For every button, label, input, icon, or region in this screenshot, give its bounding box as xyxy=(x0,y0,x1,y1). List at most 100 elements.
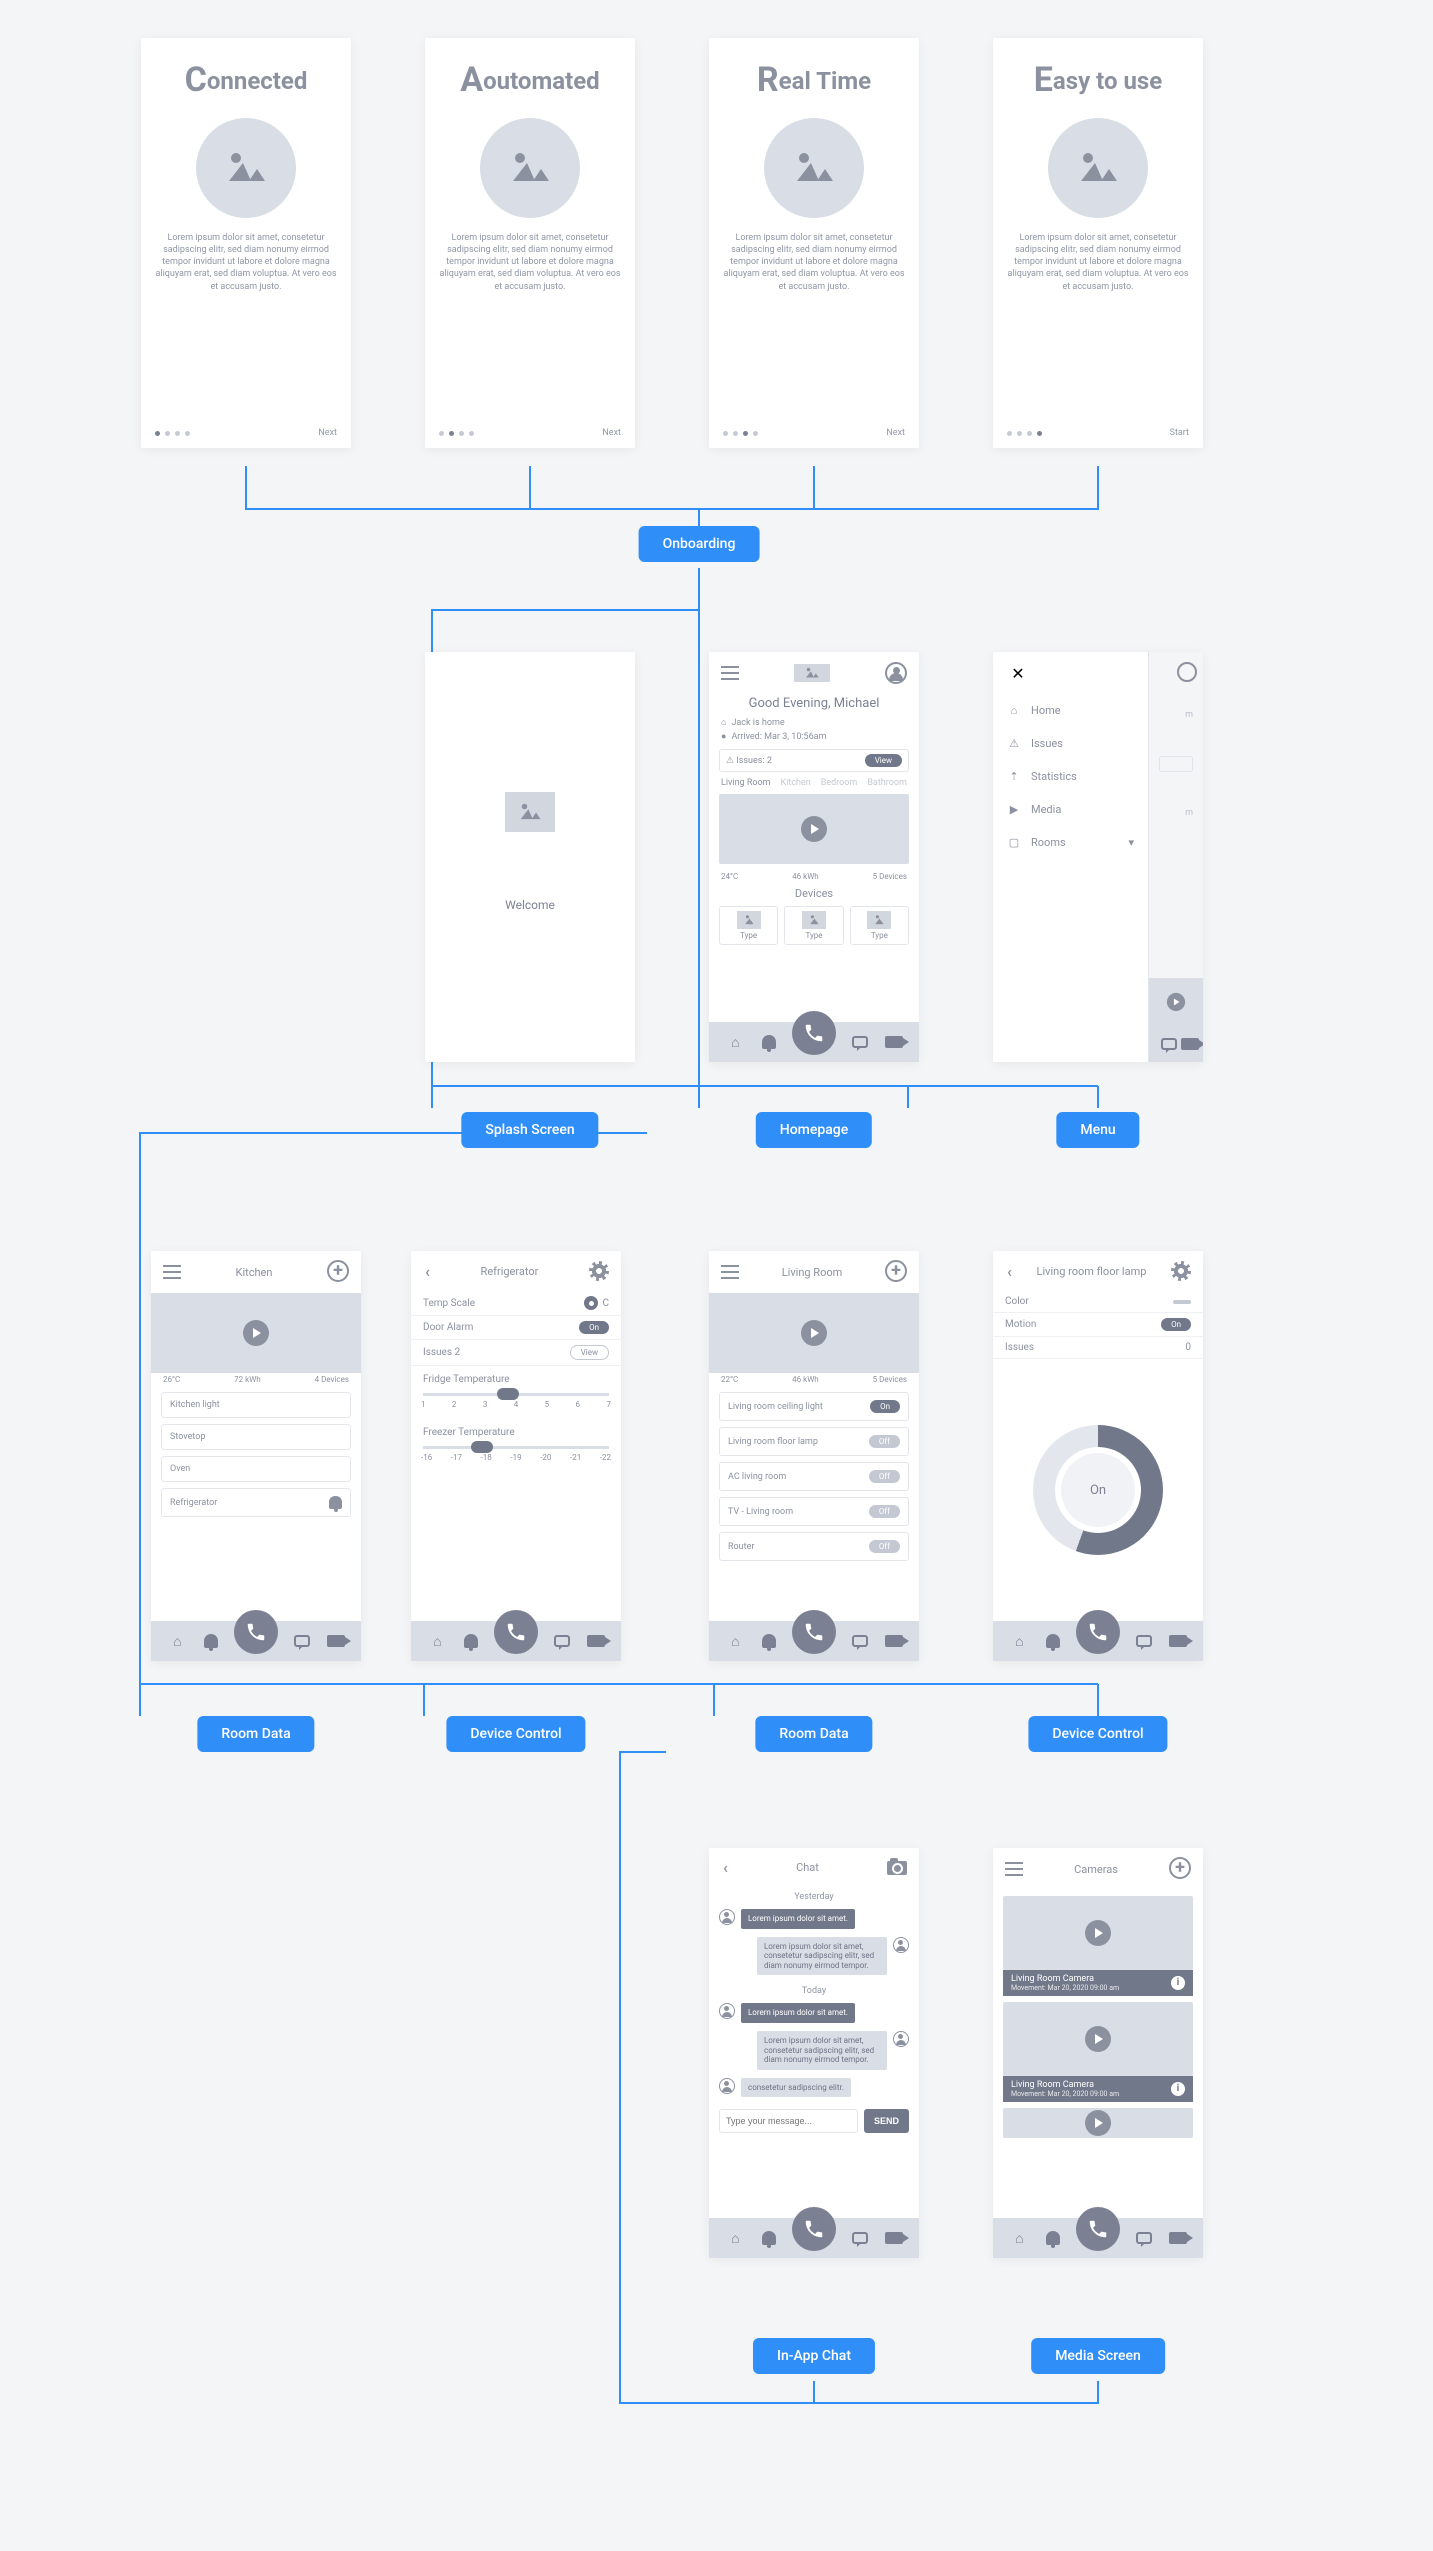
nav-call-fab[interactable] xyxy=(792,1011,836,1055)
nav-chat-icon[interactable] xyxy=(1136,1635,1152,1647)
device-item[interactable]: AC living roomOff xyxy=(719,1462,909,1491)
user-icon[interactable] xyxy=(885,662,907,684)
back-icon[interactable]: ‹ xyxy=(423,1262,430,1281)
device-item[interactable]: RouterOff xyxy=(719,1532,909,1561)
nav-chat-icon[interactable] xyxy=(852,1635,868,1647)
nav-call-fab[interactable] xyxy=(1076,1610,1120,1654)
fridge-temp-slider[interactable] xyxy=(423,1393,609,1396)
drawer-item-media[interactable]: ▶Media xyxy=(1007,803,1134,816)
page-dots[interactable] xyxy=(155,431,190,436)
tab-kitchen[interactable]: Kitchen xyxy=(781,778,811,788)
start-button[interactable]: Start xyxy=(1170,428,1189,438)
camera-clip[interactable]: Living Room CameraMovement: Mar 20, 2020… xyxy=(1003,1896,1193,1996)
device-item[interactable]: Stovetop xyxy=(161,1424,351,1450)
send-button[interactable]: SEND xyxy=(864,2109,909,2133)
nav-home-icon[interactable]: ⌂ xyxy=(725,1633,745,1650)
info-icon[interactable]: i xyxy=(1171,2082,1185,2096)
add-icon[interactable]: + xyxy=(1169,1857,1191,1879)
camera-icon[interactable] xyxy=(887,1861,907,1875)
gear-icon[interactable] xyxy=(589,1261,609,1281)
play-icon[interactable] xyxy=(1085,2110,1111,2136)
menu-icon[interactable] xyxy=(1005,1862,1023,1876)
play-icon[interactable] xyxy=(801,1320,827,1346)
nav-notifications-icon[interactable] xyxy=(464,1634,478,1648)
nav-chat-icon[interactable] xyxy=(852,1036,868,1048)
nav-video-icon[interactable] xyxy=(1169,2232,1187,2244)
next-button[interactable]: Next xyxy=(318,428,337,438)
nav-chat-icon[interactable] xyxy=(852,2232,868,2244)
settings-row[interactable]: Door AlarmOn xyxy=(411,1316,621,1340)
nav-home-icon[interactable]: ⌂ xyxy=(725,2230,745,2247)
gear-icon[interactable] xyxy=(1171,1261,1191,1281)
settings-row[interactable]: Temp Scale C xyxy=(411,1291,621,1316)
next-button[interactable]: Next xyxy=(886,428,905,438)
nav-home-icon[interactable]: ⌂ xyxy=(1009,1633,1029,1650)
nav-home-icon[interactable]: ⌂ xyxy=(167,1633,187,1650)
back-icon[interactable]: ‹ xyxy=(1005,1262,1012,1281)
issues-card[interactable]: ⚠ Issues: 2 View xyxy=(719,749,909,772)
camera-preview[interactable] xyxy=(719,794,909,864)
nav-call-fab[interactable] xyxy=(792,1610,836,1654)
nav-home-icon[interactable]: ⌂ xyxy=(725,1034,745,1051)
close-icon[interactable]: ✕ xyxy=(1007,662,1029,684)
menu-icon[interactable] xyxy=(721,666,739,680)
nav-video-icon[interactable] xyxy=(885,1635,903,1647)
add-icon[interactable]: + xyxy=(327,1260,349,1282)
next-button[interactable]: Next xyxy=(602,428,621,438)
temp-scale-toggle-dot[interactable] xyxy=(584,1296,598,1310)
nav-home-icon[interactable]: ⌂ xyxy=(1009,2230,1029,2247)
nav-video-icon[interactable] xyxy=(1169,1635,1187,1647)
view-button[interactable]: View xyxy=(865,754,902,767)
drawer-item-rooms[interactable]: ▢Rooms▾ xyxy=(1007,836,1134,849)
menu-icon[interactable] xyxy=(163,1265,181,1279)
nav-notifications-icon[interactable] xyxy=(204,1634,218,1648)
freezer-temp-slider[interactable] xyxy=(423,1446,609,1449)
camera-clip[interactable] xyxy=(1003,2108,1193,2138)
nav-chat-icon[interactable] xyxy=(294,1635,310,1647)
nav-call-fab[interactable] xyxy=(234,1610,278,1654)
device-card[interactable]: Type xyxy=(784,906,843,945)
page-dots[interactable] xyxy=(1007,431,1042,436)
settings-row[interactable]: Issues0 xyxy=(993,1337,1203,1359)
device-card[interactable]: Type xyxy=(719,906,778,945)
settings-row[interactable]: Issues 2View xyxy=(411,1340,621,1366)
nav-call-fab[interactable] xyxy=(792,2207,836,2251)
device-item[interactable]: Kitchen light xyxy=(161,1392,351,1418)
nav-home-icon[interactable]: ⌂ xyxy=(427,1633,447,1650)
settings-row[interactable]: MotionOn xyxy=(993,1313,1203,1337)
nav-notifications-icon[interactable] xyxy=(1046,1634,1060,1648)
drawer-item-statistics[interactable]: ⇡Statistics xyxy=(1007,770,1134,783)
nav-notifications-icon[interactable] xyxy=(762,1035,776,1049)
nav-video-icon[interactable] xyxy=(885,1036,903,1048)
settings-row[interactable]: Color xyxy=(993,1291,1203,1313)
device-card[interactable]: Type xyxy=(850,906,909,945)
nav-chat-icon[interactable] xyxy=(1136,2232,1152,2244)
drawer-item-home[interactable]: ⌂Home xyxy=(1007,704,1134,717)
tab-bedroom[interactable]: Bedroom xyxy=(821,778,858,788)
nav-notifications-icon[interactable] xyxy=(762,2231,776,2245)
device-item[interactable]: Living room floor lampOff xyxy=(719,1427,909,1456)
play-icon[interactable] xyxy=(1085,1920,1111,1946)
message-input[interactable] xyxy=(719,2109,858,2133)
nav-video-icon[interactable] xyxy=(587,1635,605,1647)
device-item[interactable]: Living room ceiling lightOn xyxy=(719,1392,909,1421)
nav-notifications-icon[interactable] xyxy=(1046,2231,1060,2245)
nav-chat-icon[interactable] xyxy=(554,1635,570,1647)
nav-notifications-icon[interactable] xyxy=(762,1634,776,1648)
add-icon[interactable]: + xyxy=(885,1260,907,1282)
nav-call-fab[interactable] xyxy=(1076,2207,1120,2251)
play-icon[interactable] xyxy=(801,816,827,842)
nav-call-fab[interactable] xyxy=(494,1610,538,1654)
camera-preview[interactable] xyxy=(709,1293,919,1373)
back-icon[interactable]: ‹ xyxy=(721,1858,728,1877)
page-dots[interactable] xyxy=(723,431,758,436)
camera-clip[interactable]: Living Room CameraMovement: Mar 20, 2020… xyxy=(1003,2002,1193,2102)
tab-living-room[interactable]: Living Room xyxy=(721,778,771,788)
menu-icon[interactable] xyxy=(721,1265,739,1279)
play-icon[interactable] xyxy=(1085,2026,1111,2052)
device-item[interactable]: Oven xyxy=(161,1456,351,1482)
tab-bathroom[interactable]: Bathroom xyxy=(867,778,907,788)
nav-video-icon[interactable] xyxy=(327,1635,345,1647)
device-item[interactable]: Refrigerator xyxy=(161,1488,351,1517)
power-dial[interactable]: On xyxy=(1033,1425,1163,1555)
